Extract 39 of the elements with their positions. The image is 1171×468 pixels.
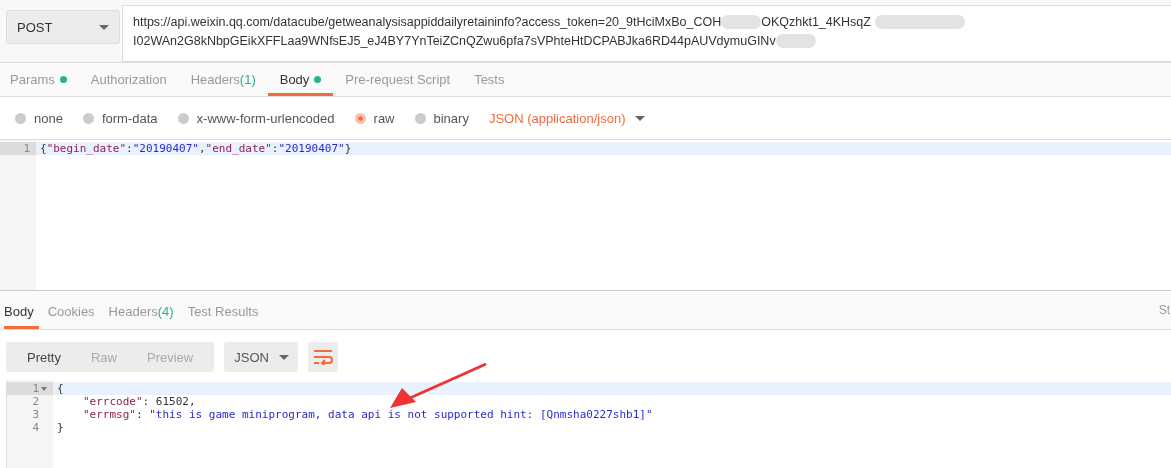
line-number: 2 (32, 395, 39, 408)
url-field[interactable] (122, 5, 1171, 62)
response-tab[interactable]: Test Results (182, 291, 264, 329)
line-number: 4 (32, 421, 39, 434)
response-tab[interactable]: Cookies (42, 291, 100, 329)
request-tab[interactable]: Params (0, 63, 79, 96)
url-text: OKQzhkt1_4KHsqZ (761, 15, 871, 29)
content-type-dropdown[interactable]: JSON (application/json) (488, 110, 646, 126)
body-type-radio[interactable]: none (15, 110, 63, 126)
response-tab[interactable]: Headers(4) (103, 291, 179, 329)
line-number: 3 (32, 408, 39, 421)
body-type-radio[interactable]: x-www-form-urlencoded (177, 110, 335, 126)
body-type-radio[interactable]: form-data (82, 110, 158, 126)
response-tab[interactable]: Body (4, 291, 39, 329)
wrap-lines-button[interactable] (308, 342, 339, 372)
fold-caret-icon[interactable] (41, 386, 47, 391)
code-line: } (56, 421, 65, 434)
body-type-radio[interactable]: binary (414, 110, 469, 126)
url-text: https://api.weixin.qq.com/datacube/getweanalysisappiddailyretaininfo?access_token=20_9tHciMxBo_COH (133, 15, 722, 29)
body-type-radio[interactable]: raw (354, 110, 395, 126)
wrap-icon (312, 349, 335, 365)
request-tab[interactable]: Authorization (78, 63, 179, 96)
request-tab[interactable]: Tests (462, 63, 517, 96)
code-line: "errcode": 61502, (82, 395, 197, 408)
status-text: St (1158, 303, 1170, 317)
line-number: 1 (32, 382, 39, 395)
view-mode-button[interactable]: Raw (75, 342, 132, 372)
method-dropdown[interactable]: POST (6, 10, 120, 44)
url-text: I02WAn2G8kNbpGEikXFFLaa9WNfsEJ5_eJ4BY7YnTeiZCnQZwu6pfa7sVPhteHtDCPABJka6RD44pAUVdymuGINv (133, 34, 776, 48)
line-number: 1 (0, 142, 36, 155)
view-mode-button[interactable]: Preview (132, 342, 209, 372)
blur-mark (721, 15, 762, 29)
request-tab[interactable]: Pre-request Script (333, 63, 463, 96)
request-tab[interactable]: Body (267, 63, 334, 96)
format-dropdown[interactable]: JSON (224, 342, 299, 372)
view-mode-button[interactable]: Pretty (12, 342, 76, 372)
code-line: "errmsg": "this is game miniprogram, data api is not supported hint: [Qnmsha0227shb1]" (82, 408, 654, 421)
blur-mark (775, 34, 816, 48)
request-tab[interactable]: Headers(1) (178, 63, 268, 96)
